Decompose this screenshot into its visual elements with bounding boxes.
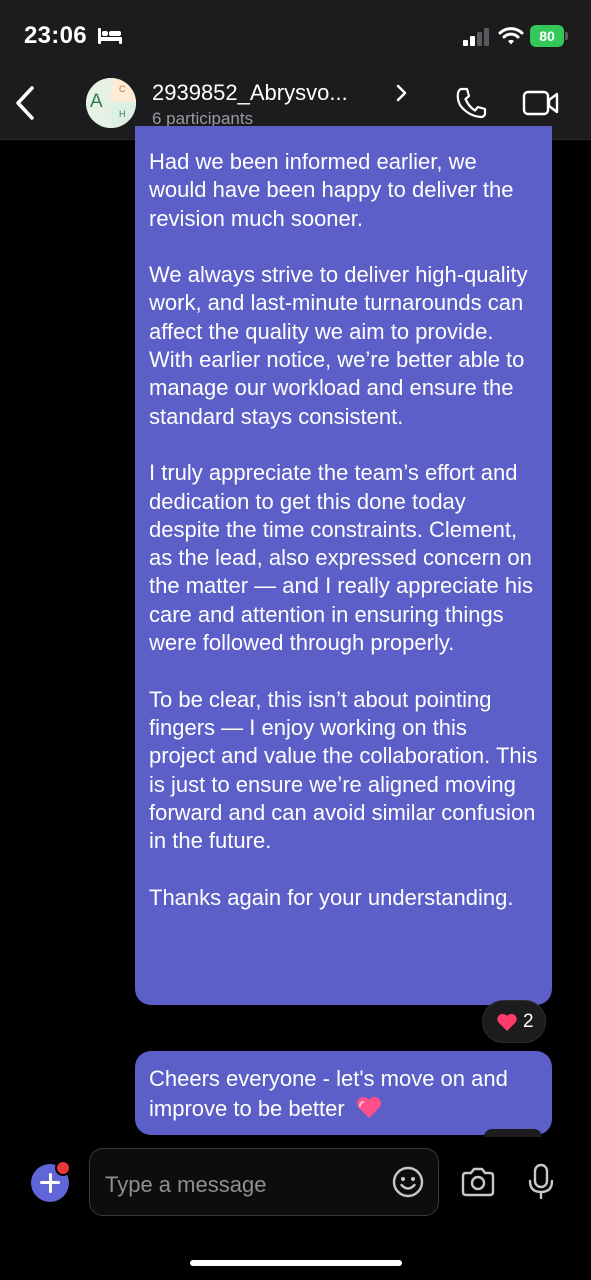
heart-icon: [497, 1013, 517, 1031]
camera-icon[interactable]: [460, 1166, 496, 1198]
emoji-icon[interactable]: [391, 1165, 425, 1199]
message-paragraph: To be clear, this isn’t about pointing f…: [149, 686, 538, 854]
video-icon[interactable]: [522, 88, 560, 118]
message-input[interactable]: Type a message: [89, 1148, 439, 1216]
battery-level: 80: [530, 25, 564, 47]
message-bubble-outgoing[interactable]: Had we been informed earlier, we would h…: [135, 126, 552, 1005]
compose-bar: Type a message: [0, 1140, 591, 1280]
home-indicator[interactable]: [190, 1260, 402, 1266]
message-bubble-outgoing[interactable]: Cheers everyone - let's move on and impr…: [135, 1051, 552, 1135]
reaction-badge-partial[interactable]: [484, 1129, 542, 1137]
battery-icon: 80: [530, 25, 570, 47]
avatar-letter-top-right: C: [119, 84, 126, 94]
plus-bar-vertical: [48, 1173, 52, 1193]
message-paragraph: We always strive to deliver high-quality…: [149, 262, 528, 429]
chevron-right-icon[interactable]: [394, 83, 408, 103]
message-paragraph: Thanks again for your understanding.: [149, 884, 514, 910]
status-bar: 23:06 80: [0, 0, 591, 66]
group-avatar[interactable]: A C H: [86, 78, 136, 128]
avatar-letter-bottom-right: H: [119, 109, 126, 119]
wifi-icon: [498, 27, 524, 45]
battery-nub: [565, 32, 568, 40]
bed-icon: [98, 28, 122, 44]
microphone-icon[interactable]: [526, 1163, 556, 1201]
signal-icon: [463, 28, 489, 46]
reaction-count: 2: [523, 1011, 534, 1032]
phone-icon[interactable]: [455, 86, 487, 120]
back-icon[interactable]: [10, 82, 44, 124]
message-input-placeholder: Type a message: [105, 1172, 267, 1197]
status-time: 23:06: [24, 22, 87, 49]
reaction-badge[interactable]: 2: [482, 1000, 546, 1043]
notification-dot: [55, 1160, 71, 1176]
message-paragraph: Had we been informed earlier, we would h…: [149, 149, 514, 231]
message-paragraph: I truly appreciate the team’s effort and…: [149, 460, 533, 656]
message-text: Cheers everyone - let's move on and impr…: [149, 1066, 508, 1121]
heart-emoji-icon: [356, 1096, 381, 1118]
chat-title[interactable]: 2939852_Abrysvo...: [152, 80, 348, 106]
avatar-letter-left: A: [90, 91, 103, 112]
